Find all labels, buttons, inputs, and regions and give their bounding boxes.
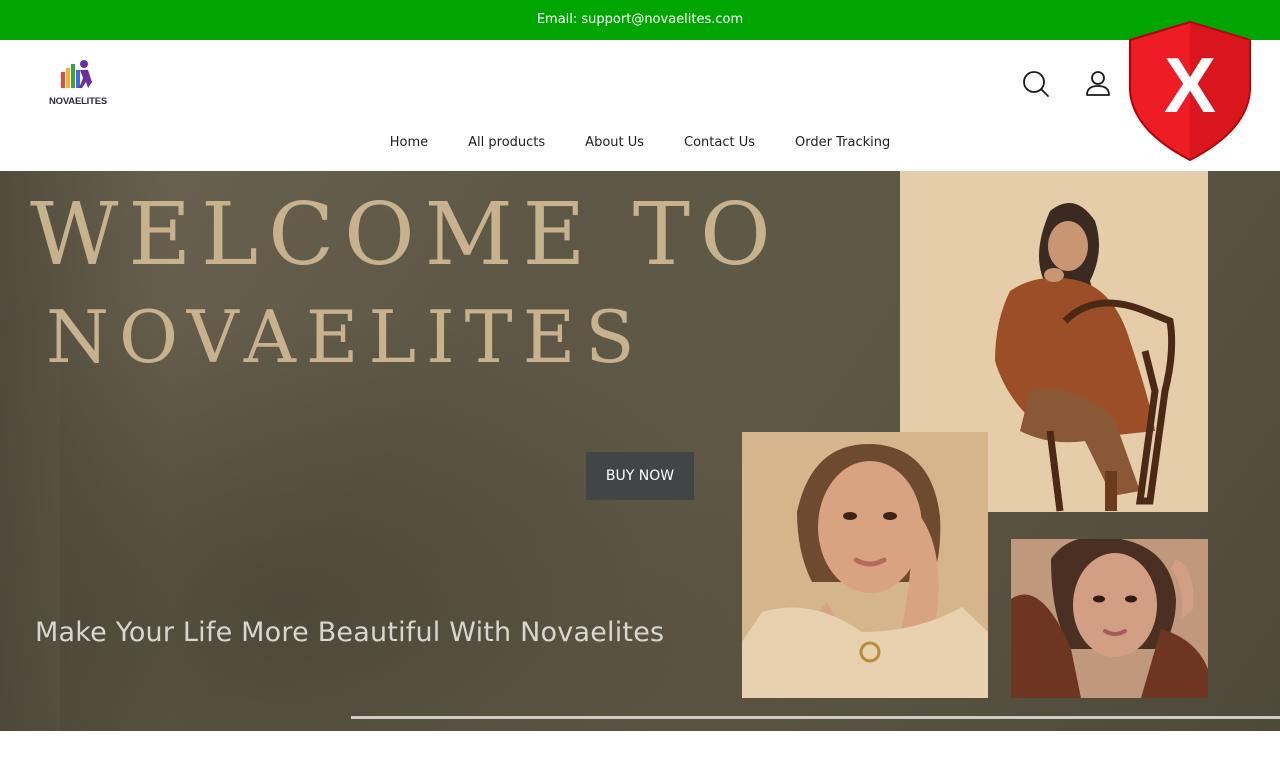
support-email[interactable]: Email: support@novaelites.com	[537, 12, 743, 27]
logo-icon	[61, 60, 92, 88]
nav-item-all-products[interactable]: All products	[448, 135, 565, 150]
hero-divider	[351, 716, 1280, 719]
badge-label: X	[1164, 41, 1216, 129]
nav-item-order-tracking[interactable]: Order Tracking	[775, 135, 910, 150]
model-photo-portrait	[1011, 539, 1208, 698]
search-icon[interactable]	[1020, 68, 1052, 100]
site-header: NOVAELITES Home All products About Us Co…	[0, 40, 1280, 171]
hero-tagline: Make Your Life More Beautiful With Novae…	[35, 617, 665, 648]
shield-x-icon[interactable]: X	[1126, 20, 1254, 162]
hero-banner: WELCOME TO NOVAELITES BUY NOW Make Your …	[0, 171, 1280, 731]
logo-text: NOVAELITES	[49, 96, 107, 107]
user-icon[interactable]	[1082, 68, 1114, 100]
model-photo-closeup	[742, 432, 988, 698]
announcement-bar: Email: support@novaelites.com	[0, 0, 1280, 40]
hero-title-line1: WELCOME TO	[30, 185, 781, 285]
nav-item-contact-us[interactable]: Contact Us	[664, 135, 775, 150]
hero-title-line2: NOVAELITES	[46, 295, 645, 379]
main-nav: Home All products About Us Contact Us Or…	[0, 135, 1280, 150]
nav-item-home[interactable]: Home	[370, 135, 448, 150]
nav-item-about-us[interactable]: About Us	[565, 135, 664, 150]
buy-now-button[interactable]: BUY NOW	[586, 452, 694, 500]
site-logo[interactable]: NOVAELITES	[46, 58, 110, 110]
